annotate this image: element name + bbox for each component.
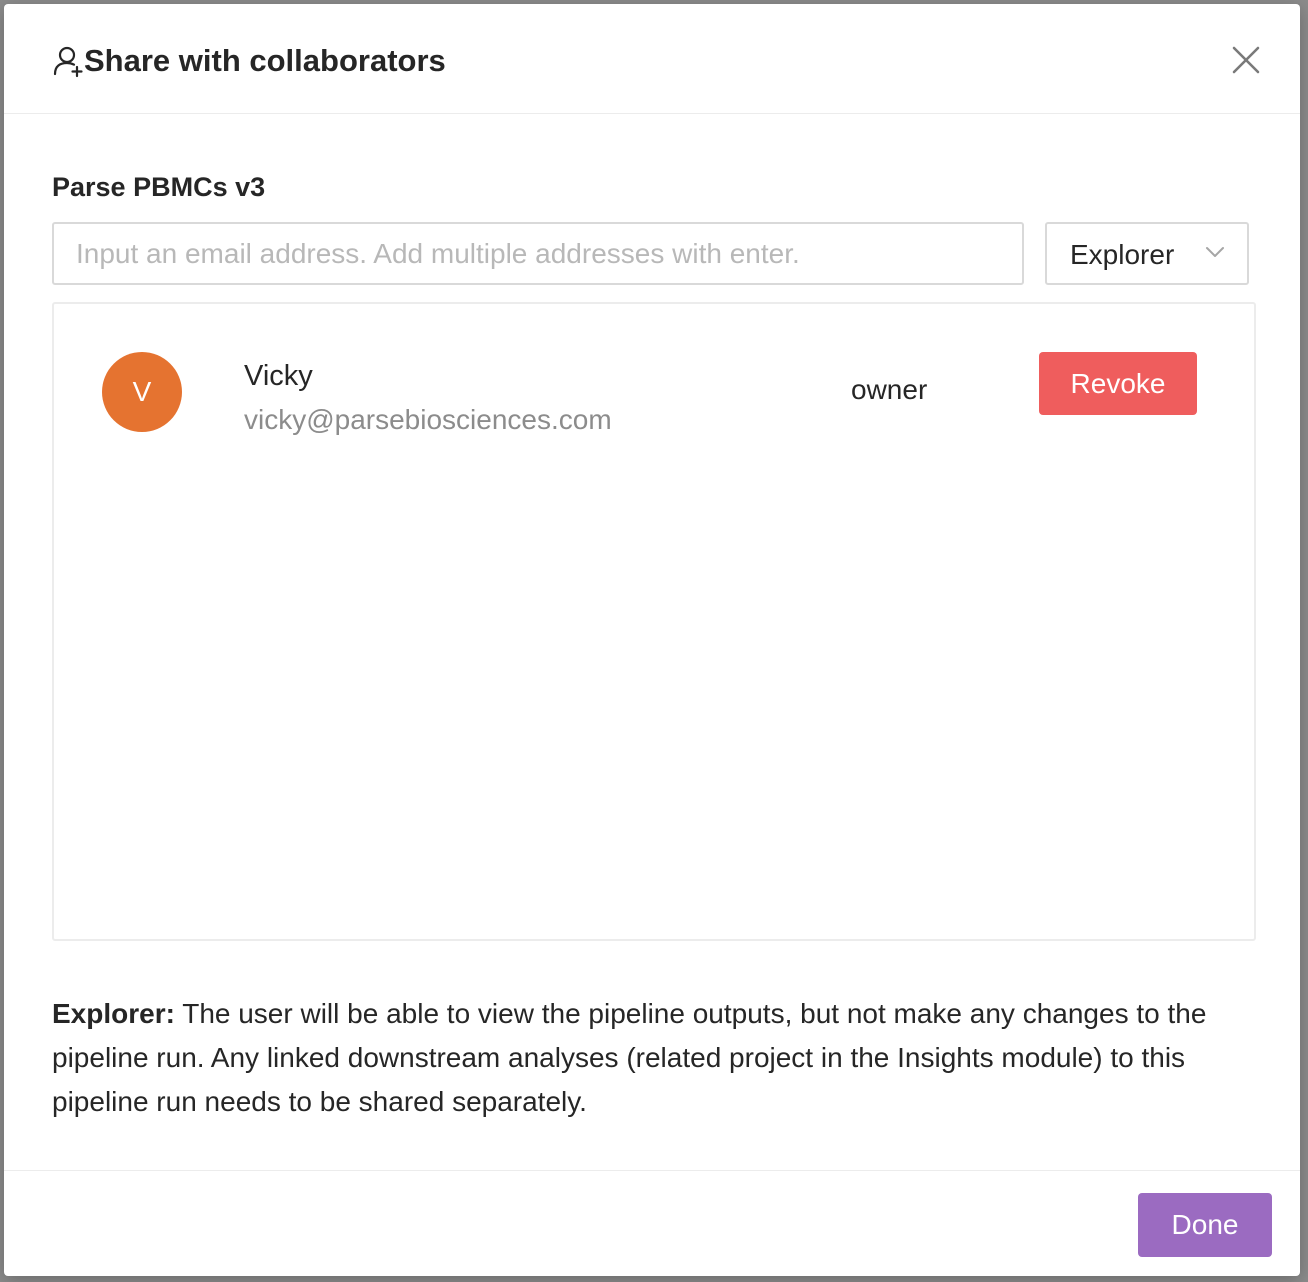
role-description-text: The user will be able to view the pipeli…	[52, 998, 1207, 1117]
modal-title: Share with collaborators	[84, 43, 446, 78]
avatar: V	[102, 352, 182, 432]
collaborator-row: V Vicky vicky@parsebiosciences.com owner…	[54, 304, 1254, 454]
role-description: Explorer: The user will be able to view …	[52, 992, 1267, 1124]
user-add-icon	[52, 44, 86, 78]
project-name: Parse PBMCs v3	[52, 172, 266, 202]
collaborator-list: V Vicky vicky@parsebiosciences.com owner…	[52, 302, 1256, 941]
done-button[interactable]: Done	[1138, 1193, 1272, 1257]
role-select-value: Explorer	[1070, 239, 1175, 270]
collaborator-role: owner	[851, 374, 928, 405]
collaborator-email: vicky@parsebiosciences.com	[244, 404, 612, 435]
share-modal: Share with collaborators Parse PBMCs v3 …	[4, 4, 1300, 1276]
modal-header: Share with collaborators	[4, 4, 1300, 114]
modal-footer: Done	[4, 1170, 1300, 1276]
role-description-role: Explorer:	[52, 998, 175, 1029]
revoke-button[interactable]: Revoke	[1039, 352, 1197, 415]
role-select[interactable]: Explorer	[1045, 222, 1249, 285]
email-input[interactable]	[52, 222, 1024, 285]
chevron-down-icon	[1205, 242, 1225, 262]
close-icon[interactable]	[1228, 42, 1264, 78]
collaborator-name: Vicky	[244, 360, 313, 392]
